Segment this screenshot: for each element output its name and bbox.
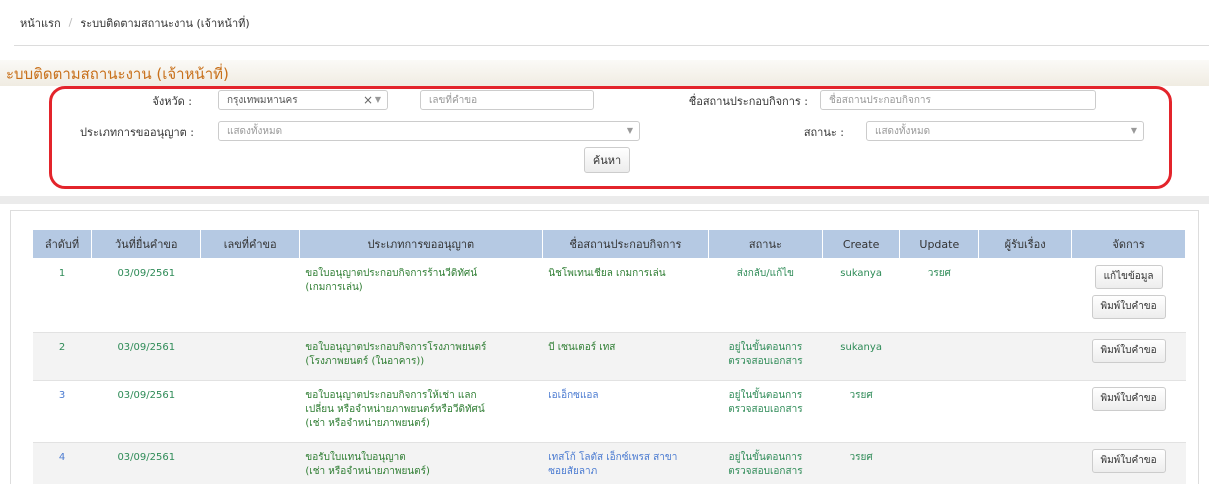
print-request-button[interactable]: พิมพ์ใบคำขอ: [1091, 339, 1166, 363]
column-header: ผู้รับเรื่อง: [978, 229, 1073, 259]
request-number: [200, 442, 300, 484]
business-name-line: เอเอ็กซแอล: [548, 390, 599, 401]
print-request-button[interactable]: พิมพ์ใบคำขอ: [1091, 387, 1166, 411]
created-by: sukanya: [822, 258, 900, 333]
page-title: ะบบติดตามสถานะงาน (เจ้าหน้าที่): [6, 65, 229, 83]
license-type: ขอใบอนุญาตประกอบกิจการให้เช่า แลก เปลี่ย…: [299, 380, 543, 443]
license-type: ขอรับใบแทนใบอนุญาต (เช่า หรือจำหน่ายภาพย…: [299, 442, 543, 484]
section-divider: [0, 196, 1209, 204]
submit-date: 03/09/2561: [91, 380, 201, 443]
status: ส่งกลับ/แก้ไข: [708, 258, 823, 333]
created-by: วรยศ: [822, 442, 900, 484]
results-table: ลำดับที่ วันที่ยื่นคำขอ เลขที่คำขอ ประเภ…: [31, 229, 1186, 484]
submit-date: 03/09/2561: [91, 442, 201, 484]
edit-button[interactable]: แก้ไขข้อมูล: [1094, 265, 1163, 289]
license-type-line: ขอใบอนุญาตประกอบกิจการให้เช่า แลก: [305, 390, 477, 401]
status-line: ตรวจสอบเอกสาร: [728, 404, 803, 415]
print-request-button[interactable]: พิมพ์ใบคำขอ: [1091, 449, 1166, 473]
status-line: อยู่ในขั้นตอนการ: [728, 390, 803, 401]
business-name-line: บี เซนเตอร์ เทส: [548, 342, 616, 353]
column-header: จัดการ: [1071, 229, 1186, 259]
status: อยู่ในขั้นตอนการ ตรวจสอบเอกสาร: [708, 332, 823, 381]
created-by: sukanya: [822, 332, 900, 381]
license-type-line: (เกมการเล่น): [305, 282, 363, 293]
column-header: ประเภทการขออนุญาต: [298, 229, 543, 259]
breadcrumb-home-link[interactable]: หน้าแรก: [20, 14, 61, 32]
receiver: [978, 442, 1072, 484]
submit-date: 03/09/2561: [91, 258, 201, 333]
business-name: เทสโก้ โลตัส เอ็กซ์เพรส สาขา ซอยสัยลาภ: [542, 442, 709, 484]
updated-by: [899, 332, 979, 381]
business-name: นิชโพเทนเชียล เกมการเล่น: [542, 258, 709, 333]
request-number: [200, 332, 300, 381]
column-header: เลขที่คำขอ: [200, 229, 300, 259]
actions-cell: พิมพ์ใบคำขอ: [1071, 332, 1186, 381]
table-row: 3 03/09/2561 ขอใบอนุญาตประกอบกิจการให้เช…: [32, 380, 1186, 443]
row-number: 2: [32, 332, 92, 381]
column-header: ชื่อสถานประกอบกิจการ: [541, 229, 710, 259]
status-line: ตรวจสอบเอกสาร: [728, 356, 803, 367]
column-header: สถานะ: [708, 229, 823, 259]
column-header: Update: [899, 229, 980, 259]
status-line: อยู่ในขั้นตอนการ: [728, 452, 803, 463]
business-name-line: ซอยสัยลาภ: [548, 466, 598, 477]
receiver: [978, 258, 1072, 333]
status: อยู่ในขั้นตอนการ ตรวจสอบเอกสาร: [708, 380, 823, 443]
actions-cell: พิมพ์ใบคำขอ: [1071, 380, 1186, 443]
table-row: 2 03/09/2561 ขอใบอนุญาตประกอบกิจการโรงภา…: [32, 332, 1186, 381]
updated-by: [899, 380, 979, 443]
row-number: 4: [32, 442, 92, 484]
license-type-line: ขอใบอนุญาตประกอบกิจการโรงภาพยนตร์: [305, 342, 487, 353]
table-row: 1 03/09/2561 ขอใบอนุญาตประกอบกิจการร้านว…: [32, 258, 1186, 333]
breadcrumb: หน้าแรก / ระบบติดตามสถานะงาน (เจ้าหน้าที…: [14, 0, 1209, 46]
request-number: [200, 380, 300, 443]
status-line: ส่งกลับ/แก้ไข: [736, 268, 795, 279]
submit-date: 03/09/2561: [91, 332, 201, 381]
status-line: ตรวจสอบเอกสาร: [728, 466, 803, 477]
business-name-line: นิชโพเทนเชียล เกมการเล่น: [548, 268, 666, 279]
breadcrumb-separator: /: [68, 16, 73, 29]
receiver: [978, 332, 1072, 381]
status: อยู่ในขั้นตอนการ ตรวจสอบเอกสาร: [708, 442, 823, 484]
license-type-line: (เช่า หรือจำหน่ายภาพยนตร์): [305, 466, 430, 477]
breadcrumb-current: ระบบติดตามสถานะงาน (เจ้าหน้าที่): [80, 16, 250, 30]
license-type-line: ขอใบอนุญาตประกอบกิจการร้านวีดิทัศน์: [305, 268, 478, 279]
table-header-row: ลำดับที่ วันที่ยื่นคำขอ เลขที่คำขอ ประเภ…: [31, 229, 1186, 259]
license-type-line: ขอรับใบแทนใบอนุญาต: [305, 452, 406, 463]
license-type: ขอใบอนุญาตประกอบกิจการโรงภาพยนตร์ (โรงภา…: [299, 332, 543, 381]
license-type-line: เปลี่ยน หรือจำหน่ายภาพยนตร์หรือวีดิทัศน์: [305, 404, 485, 415]
updated-by: วรยศ: [899, 258, 979, 333]
print-request-button[interactable]: พิมพ์ใบคำขอ: [1091, 295, 1166, 319]
business-name: เอเอ็กซแอล: [542, 380, 709, 443]
column-header: วันที่ยื่นคำขอ: [91, 229, 202, 259]
table-row: 4 03/09/2561 ขอรับใบแทนใบอนุญาต (เช่า หร…: [32, 442, 1186, 484]
request-number: [200, 258, 300, 333]
column-header: Create: [821, 229, 901, 259]
business-name: บี เซนเตอร์ เทส: [542, 332, 709, 381]
receiver: [978, 380, 1072, 443]
updated-by: [899, 442, 979, 484]
column-header: ลำดับที่: [31, 229, 93, 259]
row-number: 1: [32, 258, 92, 333]
license-type: ขอใบอนุญาตประกอบกิจการร้านวีดิทัศน์ (เกม…: [299, 258, 543, 333]
license-type-line: (โรงภาพยนตร์ (ในอาคาร)): [305, 356, 425, 367]
row-number: 3: [32, 380, 92, 443]
actions-cell: แก้ไขข้อมูล พิมพ์ใบคำขอ: [1071, 258, 1186, 333]
highlight-annotation: [49, 86, 1172, 189]
created-by: วรยศ: [822, 380, 900, 443]
license-type-line: (เช่า หรือจำหน่ายภาพยนตร์): [305, 418, 430, 429]
actions-cell: พิมพ์ใบคำขอ: [1071, 442, 1186, 484]
status-line: อยู่ในขั้นตอนการ: [728, 342, 803, 353]
business-name-line: เทสโก้ โลตัส เอ็กซ์เพรส สาขา: [548, 452, 678, 463]
